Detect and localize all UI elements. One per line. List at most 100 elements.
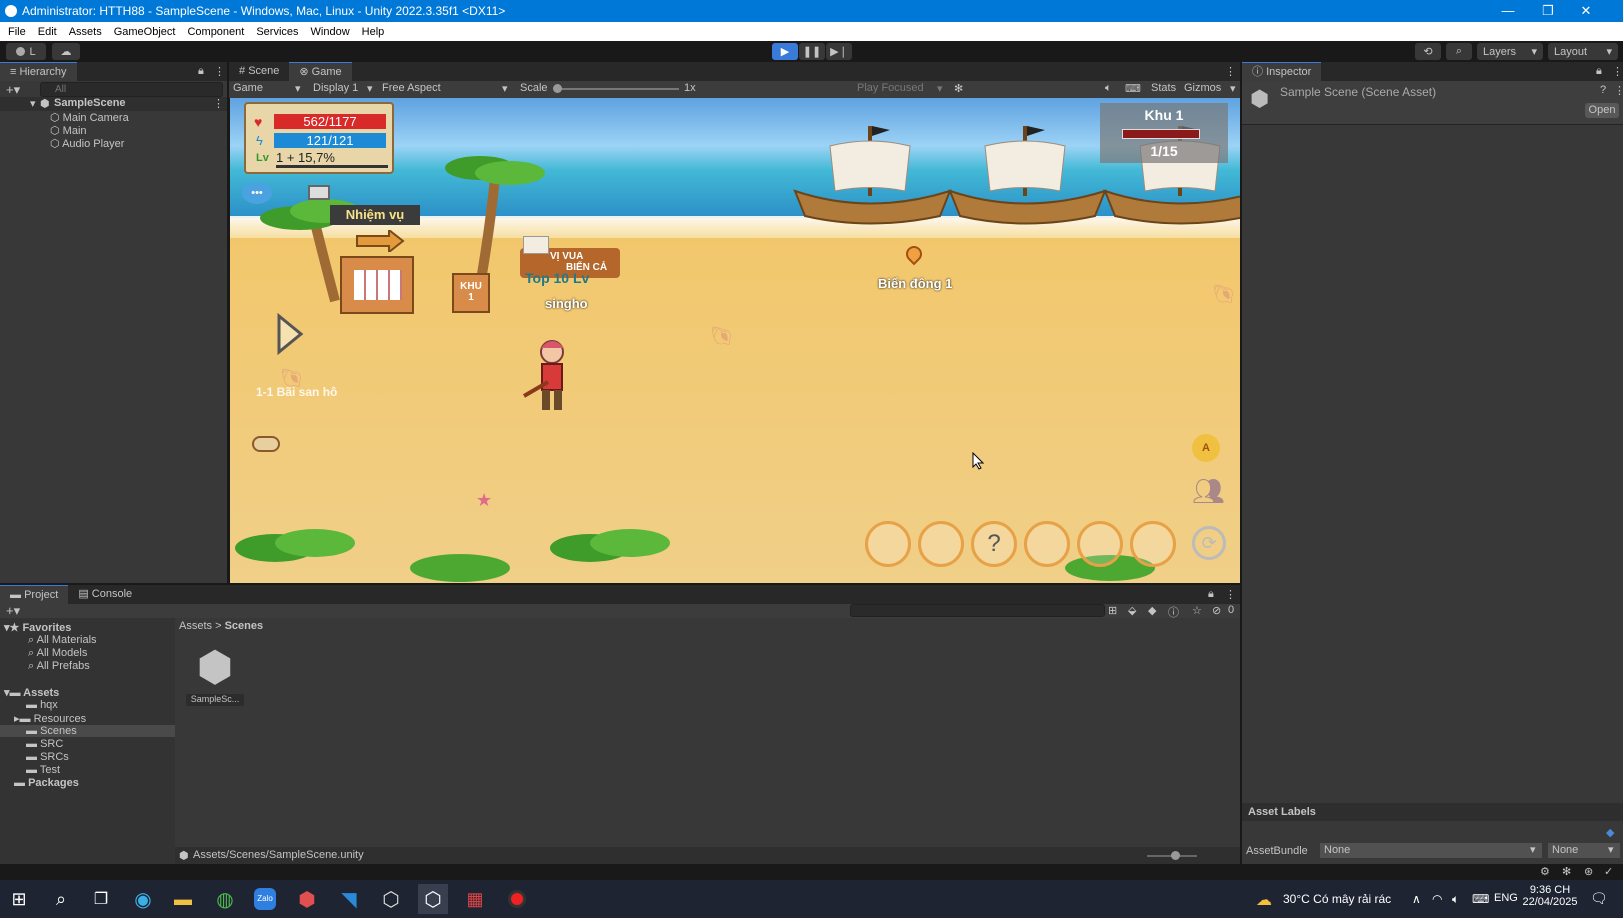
game-viewport[interactable]: ♥ 562/1177 ϟ 121/121 Lv 1 + 15,7% ••• Nh… bbox=[230, 98, 1240, 583]
packages-folder[interactable]: ▬ Packages bbox=[14, 777, 79, 789]
scene-more-icon[interactable]: ⋮ bbox=[213, 97, 224, 110]
add-icon[interactable]: +▾ bbox=[6, 82, 20, 98]
play-focused-dropdown[interactable]: Play Focused ▾ bbox=[857, 82, 947, 98]
quest-button[interactable]: Nhiệm vụ bbox=[330, 205, 420, 225]
folder-item[interactable]: ▬ SRCs bbox=[26, 751, 69, 763]
hierarchy-item[interactable]: ⬡ Main bbox=[50, 124, 87, 137]
pointing-hand-icon[interactable] bbox=[252, 436, 280, 452]
breadcrumb-scenes[interactable]: Scenes bbox=[225, 620, 264, 632]
hierarchy-item[interactable]: ⬡ Audio Player bbox=[50, 137, 124, 150]
favorites-folder[interactable]: ▾★ Favorites bbox=[4, 621, 71, 634]
tag-icon[interactable]: ◆ bbox=[1606, 826, 1614, 839]
create-icon[interactable]: ⊞ bbox=[1108, 604, 1117, 617]
folder-item[interactable]: ▸▬ Resources bbox=[14, 712, 86, 725]
assets-folder[interactable]: ▾▬ Assets bbox=[4, 686, 59, 699]
step-button[interactable]: ▶❘ bbox=[826, 43, 852, 60]
tab-console[interactable]: ▤ Console bbox=[68, 585, 142, 604]
keyboard-icon[interactable]: ⌨ bbox=[1125, 82, 1141, 98]
chrome-browser-icon[interactable]: ◍ bbox=[210, 884, 240, 914]
folder-item[interactable]: ▬ hqx bbox=[26, 699, 58, 711]
close-button[interactable]: ✕ bbox=[1566, 0, 1606, 22]
asset-bundle-dropdown[interactable]: None ▾ bbox=[1320, 843, 1542, 858]
language-indicator[interactable]: ENG bbox=[1494, 892, 1518, 904]
folder-item-selected[interactable]: ▬ Scenes bbox=[0, 725, 175, 737]
more-icon[interactable]: ⋮ bbox=[1225, 65, 1236, 78]
favorite-item[interactable]: ⌕ All Models bbox=[28, 647, 87, 660]
search-icon[interactable]: ⌕ bbox=[46, 884, 76, 914]
menu-assets[interactable]: Assets bbox=[69, 26, 102, 38]
chat-icon[interactable]: ••• bbox=[242, 182, 272, 204]
more-icon[interactable]: ⋮ bbox=[1614, 84, 1623, 97]
hierarchy-search-input[interactable] bbox=[40, 82, 223, 97]
breadcrumb-assets[interactable]: Assets bbox=[179, 620, 212, 632]
layers-dropdown[interactable]: Layers ▾ bbox=[1477, 43, 1543, 60]
unity-editor-icon[interactable]: ⬡ bbox=[418, 884, 448, 914]
lock-icon[interactable]: 🔒︎ bbox=[1596, 65, 1602, 78]
game-window-icon[interactable]: ▦ bbox=[460, 884, 490, 914]
star-icon[interactable]: ☆ bbox=[1192, 604, 1202, 617]
menu-file[interactable]: File bbox=[8, 26, 26, 38]
restore-button[interactable]: ❐ bbox=[1528, 0, 1568, 22]
more-icon[interactable]: ⋮ bbox=[1225, 588, 1236, 601]
add-icon[interactable]: +▾ bbox=[6, 603, 20, 619]
stats-button[interactable]: Stats bbox=[1151, 82, 1176, 98]
skill-slot[interactable] bbox=[1077, 521, 1123, 567]
wifi-icon[interactable]: ◠ bbox=[1432, 892, 1442, 906]
display-dropdown[interactable]: Display 1 ▾ bbox=[313, 82, 375, 98]
volume-icon[interactable]: 🔈︎ bbox=[1452, 892, 1459, 907]
project-search-input[interactable] bbox=[850, 604, 1105, 617]
skill-slot[interactable] bbox=[918, 521, 964, 567]
search-button[interactable]: ⌕ bbox=[1446, 43, 1472, 60]
aspect-dropdown[interactable]: Free Aspect ▾ bbox=[382, 82, 512, 98]
favorite-item[interactable]: ⌕ All Materials bbox=[28, 634, 97, 647]
scene-asset-tile[interactable]: ⬢ SampleSc... bbox=[186, 644, 244, 708]
refresh-icon[interactable]: ⟳ bbox=[1192, 526, 1226, 560]
filter-type-icon[interactable]: ⬙ bbox=[1128, 604, 1136, 617]
skill-slot[interactable] bbox=[1130, 521, 1176, 567]
cloud-button[interactable]: ☁ bbox=[52, 43, 80, 60]
layout-dropdown[interactable]: Layout ▾ bbox=[1548, 43, 1618, 60]
tab-scene[interactable]: # Scene bbox=[229, 62, 289, 81]
gizmos-dropdown[interactable]: Gizmos ▾ bbox=[1184, 82, 1239, 98]
unity-hub-icon[interactable]: ⬡ bbox=[376, 884, 406, 914]
account-button[interactable]: L bbox=[6, 43, 46, 60]
skill-slot[interactable] bbox=[865, 521, 911, 567]
zalo-icon[interactable]: Zalo bbox=[250, 884, 280, 914]
npc-label[interactable]: Biển đông 1 bbox=[878, 276, 952, 291]
skill-slot[interactable] bbox=[1024, 521, 1070, 567]
folder-item[interactable]: ▬ Test bbox=[26, 764, 60, 776]
file-explorer-icon[interactable]: ▬ bbox=[168, 884, 198, 914]
tab-project[interactable]: ▬ Project bbox=[0, 585, 69, 604]
vscode-icon[interactable]: ◥ bbox=[334, 884, 364, 914]
tab-inspector[interactable]: ⓘ Inspector bbox=[1242, 62, 1322, 81]
play-button[interactable]: ▶ bbox=[772, 43, 798, 60]
mute-audio-icon[interactable]: 🔈︎ bbox=[1105, 82, 1112, 98]
player-character-icon[interactable] bbox=[520, 338, 580, 418]
hidden-packages-icon[interactable]: ⊘ bbox=[1212, 604, 1221, 617]
scale-slider-thumb[interactable] bbox=[553, 84, 562, 93]
folder-item[interactable]: ▬ SRC bbox=[26, 738, 63, 750]
open-button[interactable]: Open bbox=[1585, 103, 1619, 118]
favorite-item[interactable]: ⌕ All Prefabs bbox=[28, 660, 90, 673]
menu-component[interactable]: Component bbox=[187, 26, 244, 38]
more-icon[interactable]: ⋮ bbox=[214, 65, 225, 78]
clock[interactable]: 9:36 CH 22/04/2025 bbox=[1520, 884, 1580, 908]
undo-history-button[interactable]: ⟲ bbox=[1415, 43, 1441, 60]
lock-icon[interactable]: 🔒︎ bbox=[1208, 588, 1214, 601]
play-arrow-icon[interactable] bbox=[276, 313, 304, 355]
label-icon[interactable]: ◆ bbox=[1148, 604, 1156, 617]
windows-start-icon[interactable]: ⊞ bbox=[4, 884, 34, 914]
menu-window[interactable]: Window bbox=[311, 26, 350, 38]
menu-services[interactable]: Services bbox=[256, 26, 298, 38]
edge-browser-icon[interactable]: ◉ bbox=[128, 884, 158, 914]
auto-button[interactable]: A bbox=[1192, 434, 1220, 462]
notification-icon[interactable]: 🗨︎ bbox=[1590, 890, 1608, 907]
bug-icon[interactable]: ✻ bbox=[954, 82, 963, 98]
lock-icon[interactable]: 🔒︎ bbox=[198, 65, 204, 78]
menu-help[interactable]: Help bbox=[362, 26, 385, 38]
pause-button[interactable]: ❚❚ bbox=[799, 43, 825, 60]
tab-game[interactable]: ⊗ Game bbox=[289, 62, 352, 81]
task-view-icon[interactable]: ❐ bbox=[86, 884, 116, 914]
zone-sign[interactable]: KHU 1 bbox=[452, 273, 490, 313]
chevron-up-icon[interactable]: ∧ bbox=[1412, 892, 1421, 906]
